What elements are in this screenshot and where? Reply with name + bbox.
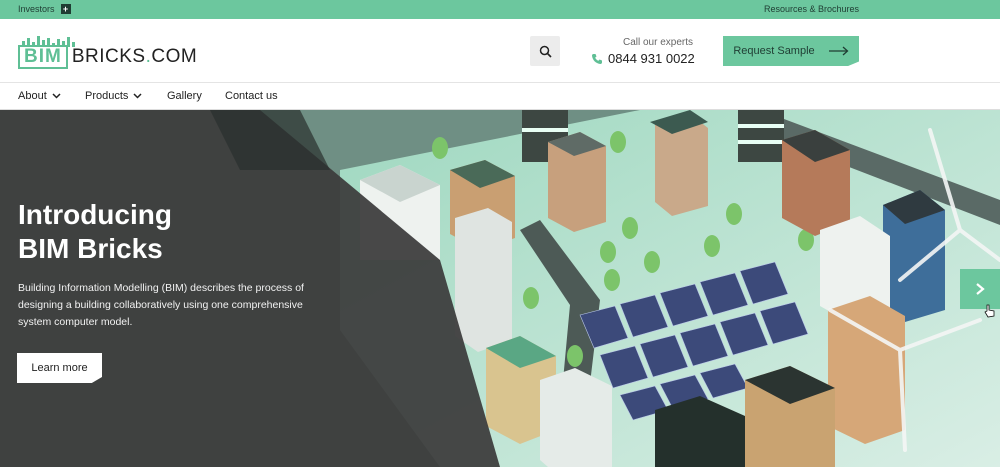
nav-label: About [18,90,47,102]
plus-icon: + [60,4,71,14]
chevron-down-icon [133,93,142,99]
call-label: Call our experts [622,37,693,48]
nav-item-about[interactable]: About [18,90,61,102]
learn-more-button[interactable]: Learn more [17,353,102,383]
phone-number: 0844 931 0022 [608,51,695,66]
nav-label: Gallery [167,90,202,102]
logo-bars-icon [22,36,75,47]
main-nav: About Products Gallery Contact us [0,83,1000,110]
hero-title-line1: Introducing [18,199,172,230]
hero-banner: Introducing BIM Bricks Building Informat… [0,110,1000,467]
search-icon [539,45,552,58]
carousel-next-button[interactable] [960,269,1000,309]
logo-bim-box: BIM [18,36,75,69]
call-experts: Call our experts 0844 931 0022 [591,37,701,66]
phone-icon [592,53,602,64]
resources-link[interactable]: Resources & Brochures [764,4,859,14]
nav-item-contact[interactable]: Contact us [225,90,278,102]
nav-item-gallery[interactable]: Gallery [167,90,202,102]
request-sample-label: Request Sample [733,45,815,57]
logo[interactable]: BIM BRICKS.COM [18,33,197,69]
nav-item-products[interactable]: Products [85,90,142,102]
logo-bim-text: BIM [24,46,62,67]
investors-label: Investors [18,4,55,14]
nav-label: Contact us [225,90,278,102]
phone-link[interactable]: 0844 931 0022 [591,51,701,66]
logo-bricks-text: BRICKS.COM [71,46,198,67]
chevron-right-icon [976,283,985,295]
chevron-down-icon [52,93,61,99]
hand-cursor-icon [984,304,995,318]
hero-title-line2: BIM Bricks [18,233,163,264]
top-bar: Investors + Resources & Brochures [0,0,1000,19]
investors-link[interactable]: Investors + [18,4,71,14]
nav-label: Products [85,90,129,102]
arrow-right-icon [828,46,849,56]
site-header: BIM BRICKS.COM Call our experts 0844 931… [0,19,1000,83]
hero-description: Building Information Modelling (BIM) des… [18,282,304,328]
request-sample-button[interactable]: Request Sample [723,36,859,66]
hero-title: Introducing BIM Bricks [18,198,172,266]
search-button[interactable] [530,36,560,66]
